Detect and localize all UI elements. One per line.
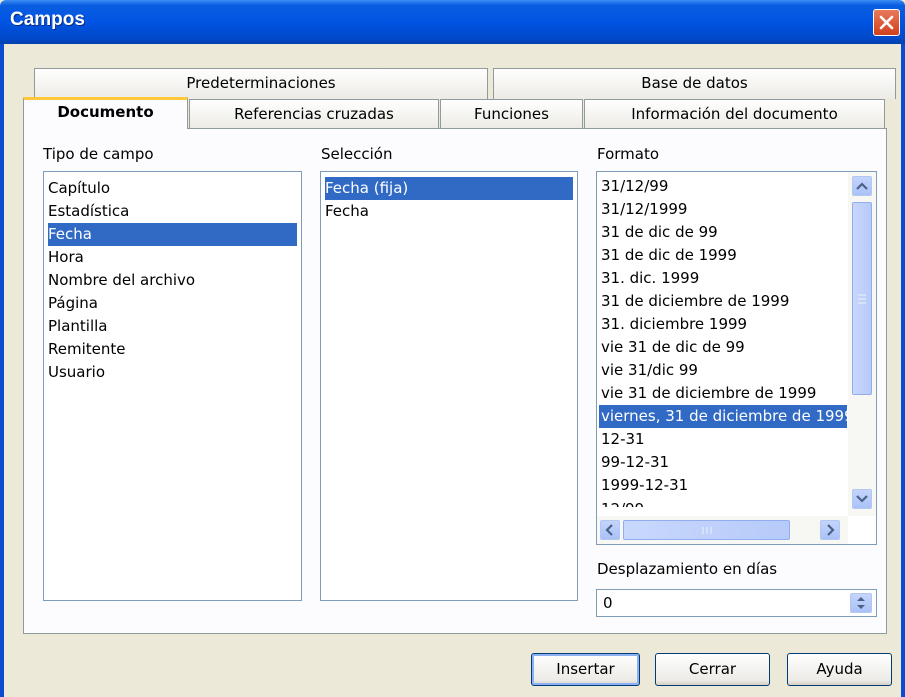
scroll-left-button[interactable] — [600, 520, 620, 540]
scroll-right-button[interactable] — [820, 520, 840, 540]
list-item-selected[interactable]: viernes, 31 de diciembre de 1999 — [599, 405, 847, 428]
list-item[interactable]: Página — [48, 292, 98, 315]
list-item-selected[interactable]: Fecha — [48, 223, 297, 246]
tab-informacion-documento[interactable]: Información del documento — [584, 99, 885, 128]
tab-funciones[interactable]: Funciones — [440, 99, 583, 128]
format-label: Formato — [597, 145, 660, 163]
vertical-scrollbar[interactable] — [848, 172, 876, 516]
list-item[interactable]: 1999-12-31 — [601, 474, 688, 497]
window-border-right — [901, 44, 905, 697]
list-item[interactable]: Capítulo — [48, 177, 110, 200]
tab-label: Funciones — [474, 105, 549, 123]
help-button[interactable]: Ayuda — [787, 653, 892, 686]
offset-value[interactable]: 0 — [603, 594, 613, 612]
spin-buttons[interactable] — [850, 593, 872, 613]
list-item-selected[interactable]: Fecha (fija) — [325, 177, 573, 200]
field-type-list[interactable]: Capítulo Estadística Fecha Hora Nombre d… — [43, 171, 302, 601]
tab-base-de-datos[interactable]: Base de datos — [493, 68, 896, 99]
offset-label: Desplazamiento en días — [597, 560, 778, 578]
scroll-down-button[interactable] — [852, 489, 872, 509]
tab-predeterminaciones[interactable]: Predeterminaciones — [34, 68, 488, 99]
list-item[interactable]: 31. diciembre 1999 — [601, 313, 747, 336]
list-item[interactable]: vie 31 de diciembre de 1999 — [601, 382, 816, 405]
list-item[interactable]: 31 de diciembre de 1999 — [601, 290, 789, 313]
scroll-up-button[interactable] — [852, 176, 872, 196]
chevron-up-icon — [856, 182, 868, 190]
tab-label: Predeterminaciones — [186, 74, 336, 92]
list-item[interactable]: 12/99 — [601, 498, 644, 507]
tab-documento[interactable]: Documento — [23, 97, 188, 129]
tab-label: Base de datos — [641, 74, 748, 92]
list-item[interactable]: 12-31 — [601, 428, 645, 451]
tab-label: Información del documento — [631, 105, 838, 123]
field-type-label: Tipo de campo — [43, 145, 154, 163]
list-item[interactable]: 99-12-31 — [601, 451, 669, 474]
window-border-left — [0, 44, 4, 697]
format-list[interactable]: 31/12/99 31/12/1999 31 de dic de 99 31 d… — [596, 171, 877, 545]
selection-label: Selección — [321, 145, 393, 163]
offset-spinbox[interactable]: 0 — [596, 589, 877, 617]
close-window-button[interactable] — [873, 9, 900, 36]
window-title: Campos — [10, 9, 85, 30]
close-button-label: Cerrar — [688, 660, 737, 678]
list-item[interactable]: vie 31 de dic de 99 — [601, 336, 745, 359]
chevron-left-icon — [605, 524, 613, 536]
list-item[interactable]: 31. dic. 1999 — [601, 267, 699, 290]
list-item[interactable]: Remitente — [48, 338, 125, 361]
grip-icon — [858, 294, 866, 304]
format-items-viewport: 31/12/99 31/12/1999 31 de dic de 99 31 d… — [597, 172, 847, 507]
insert-button[interactable]: Insertar — [531, 653, 640, 686]
up-down-arrows-icon — [857, 597, 865, 609]
chevron-down-icon — [856, 495, 868, 503]
list-item[interactable]: Plantilla — [48, 315, 108, 338]
list-item[interactable]: 31 de dic de 99 — [601, 221, 718, 244]
chevron-right-icon — [827, 524, 835, 536]
tab-label: Referencias cruzadas — [234, 105, 394, 123]
list-item[interactable]: Fecha — [325, 200, 369, 223]
list-item[interactable]: Usuario — [48, 361, 105, 384]
list-item[interactable]: 31/12/99 — [601, 175, 668, 198]
title-bar: Campos — [0, 0, 905, 44]
tab-referencias-cruzadas[interactable]: Referencias cruzadas — [189, 99, 439, 128]
help-button-label: Ayuda — [816, 660, 863, 678]
close-icon — [879, 15, 894, 30]
list-item[interactable]: Nombre del archivo — [48, 269, 195, 292]
grip-icon — [702, 527, 712, 534]
insert-button-label: Insertar — [556, 660, 615, 678]
scroll-thumb[interactable] — [852, 202, 872, 395]
horizontal-scrollbar[interactable] — [597, 516, 848, 544]
tab-label: Documento — [57, 103, 154, 121]
list-item[interactable]: Hora — [48, 246, 84, 269]
list-item[interactable]: 31 de dic de 1999 — [601, 244, 737, 267]
scroll-thumb-horizontal[interactable] — [623, 520, 790, 540]
list-item[interactable]: Estadística — [48, 200, 129, 223]
selection-list[interactable]: Fecha (fija) Fecha — [320, 171, 578, 601]
list-item[interactable]: vie 31/dic 99 — [601, 359, 698, 382]
list-item[interactable]: 31/12/1999 — [601, 198, 687, 221]
close-button[interactable]: Cerrar — [655, 653, 770, 686]
